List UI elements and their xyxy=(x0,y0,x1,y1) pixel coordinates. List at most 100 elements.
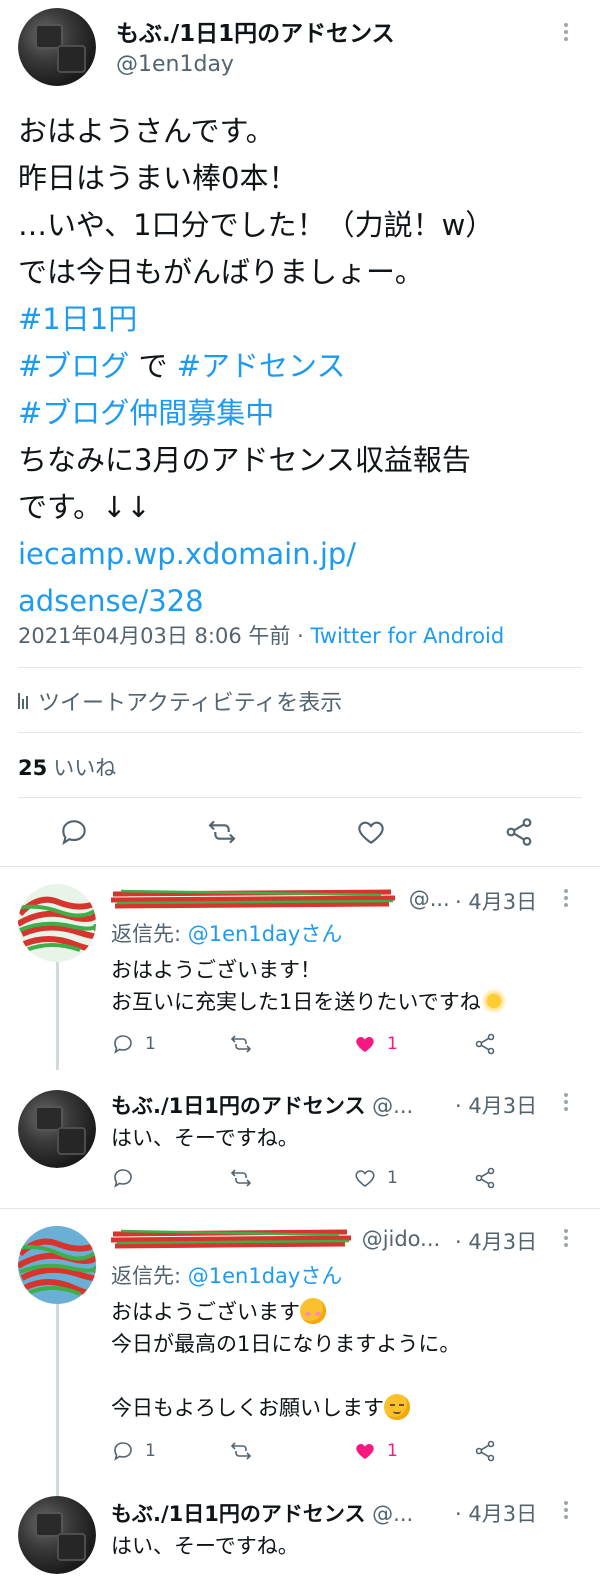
reply-date[interactable]: · 4月3日 xyxy=(455,1226,537,1256)
like-count: 1 xyxy=(387,1441,398,1461)
redacted-name xyxy=(110,886,396,912)
share-icon[interactable] xyxy=(503,816,535,848)
likes-count-link[interactable]: 25 いいね xyxy=(18,752,116,782)
like-button[interactable]: 1 xyxy=(353,1029,398,1059)
reply-line: はい、そーですね。 xyxy=(111,1534,299,1558)
reply-date[interactable]: · 4月3日 xyxy=(455,1498,537,1528)
mention-link[interactable]: @1en1dayさん xyxy=(188,1264,343,1288)
reply-handle[interactable]: @... xyxy=(372,1094,413,1118)
share-button[interactable] xyxy=(473,1163,507,1193)
reply-header: @jido... xyxy=(110,1226,441,1252)
tweet-line: では今日もがんばりましょー。 xyxy=(18,255,424,289)
reply-line xyxy=(111,1360,460,1392)
share-button[interactable] xyxy=(473,1436,507,1466)
tweet-line: 昨日はうまい棒0本！ xyxy=(18,161,298,195)
reply-icon[interactable] xyxy=(58,816,90,848)
reply-handle[interactable]: @... xyxy=(372,1502,413,1526)
tweet-line: ちなみに3月のアドセンス収益報告 xyxy=(18,443,471,477)
relieved-emoji xyxy=(384,1394,410,1420)
main-tweet-text: おはようさんです。 昨日はうまい棒0本！ …いや、1口分でした！（力説！w） で… xyxy=(18,108,588,625)
hashtag-link[interactable]: #アドセンス xyxy=(177,349,346,383)
redacted-name xyxy=(110,1226,352,1252)
reply-icon xyxy=(114,1442,132,1461)
reply-tweet[interactable]: もぶ./1日1円のアドセンス @... · 4月3日 はい、そーですね。 1 xyxy=(0,1070,600,1208)
like-icon xyxy=(356,1037,374,1052)
avatar[interactable] xyxy=(18,1090,96,1168)
hashtag-link[interactable]: #ブログ xyxy=(18,349,129,383)
reply-display-name[interactable]: もぶ./1日1円のアドセンス xyxy=(111,1094,365,1118)
tweet-source-link[interactable]: Twitter for Android xyxy=(310,624,504,648)
reply-count: 1 xyxy=(145,1034,156,1054)
retweet-button[interactable] xyxy=(229,1029,263,1059)
more-vertical-icon[interactable] xyxy=(560,886,572,910)
reply-button[interactable]: 1 xyxy=(111,1029,156,1059)
like-button[interactable]: 1 xyxy=(353,1436,398,1466)
reply-line: 今日もよろしくお願いします xyxy=(111,1396,384,1420)
like-button[interactable]: 1 xyxy=(353,1163,398,1193)
reply-text: はい、そーですね。 xyxy=(111,1530,299,1562)
hashtag-link[interactable]: #1日1円 xyxy=(18,302,137,336)
reply-to-prefix: 返信先: xyxy=(111,922,188,946)
blush-emoji xyxy=(300,1298,326,1324)
main-action-bar xyxy=(0,810,600,856)
avatar[interactable] xyxy=(18,1226,96,1304)
tweet-timestamp[interactable]: 2021年04月03日 8:06 午前 · xyxy=(18,624,310,648)
thread-line xyxy=(56,1304,59,1504)
more-vertical-icon[interactable] xyxy=(560,1226,572,1250)
reply-icon xyxy=(114,1035,132,1054)
reply-button[interactable]: 1 xyxy=(111,1436,156,1466)
avatar[interactable] xyxy=(18,884,96,962)
reply-line: おはようございます！ xyxy=(111,958,321,982)
reply-line: お互いに充実した1日を送りたいですね xyxy=(111,990,481,1014)
hashtag-link[interactable]: #ブログ仲間募集中 xyxy=(18,396,274,430)
like-icon xyxy=(356,1444,374,1459)
connector-text: で xyxy=(129,349,177,383)
reply-tweet[interactable]: もぶ./1日1円のアドセンス @... · 4月3日 はい、そーですね。 xyxy=(0,1488,600,1580)
divider xyxy=(18,667,582,668)
reply-line: はい、そーですね。 xyxy=(111,1126,299,1150)
share-icon xyxy=(475,1440,495,1462)
url-link[interactable]: adsense/328 xyxy=(18,578,588,625)
tweet-activity-link[interactable]: ツイートアクティビティを表示 xyxy=(18,685,342,717)
tweet-line: おはようさんです。 xyxy=(18,114,275,148)
reply-icon xyxy=(114,1169,132,1188)
like-label: いいね xyxy=(53,756,117,780)
like-icon[interactable] xyxy=(355,816,387,848)
reply-date[interactable]: · 4月3日 xyxy=(455,886,537,916)
more-vertical-icon[interactable] xyxy=(560,1090,572,1114)
reply-display-name[interactable]: もぶ./1日1円のアドセンス xyxy=(111,1502,365,1526)
activity-label: ツイートアクティビティを表示 xyxy=(38,691,343,716)
reply-button[interactable] xyxy=(111,1163,145,1193)
reply-handle[interactable]: @jido... xyxy=(362,1227,441,1251)
url-link[interactable]: iecamp.wp.xdomain.jp/ xyxy=(18,531,588,578)
retweet-button[interactable] xyxy=(229,1163,263,1193)
tweet-line: …いや、1口分でした！（力説！w） xyxy=(18,208,495,242)
like-icon xyxy=(355,1170,375,1187)
reply-tweet[interactable]: @jido... · 4月3日 返信先: @1en1dayさん おはようございま… xyxy=(0,1208,600,1504)
reply-actions: 1 1 xyxy=(111,1029,511,1059)
main-tweet-display-name[interactable]: もぶ./1日1円のアドセンス xyxy=(116,14,395,48)
divider xyxy=(18,732,582,733)
share-button[interactable] xyxy=(473,1029,507,1059)
share-icon xyxy=(475,1033,495,1055)
thread-line xyxy=(56,962,59,1070)
more-vertical-icon[interactable] xyxy=(560,20,572,44)
reply-line: おはようございます xyxy=(111,1300,300,1324)
like-count: 1 xyxy=(387,1168,398,1188)
mention-link[interactable]: @1en1dayさん xyxy=(188,922,343,946)
more-vertical-icon[interactable] xyxy=(560,1498,572,1522)
reply-handle[interactable]: @... xyxy=(409,887,450,911)
reply-text: 返信先: @1en1dayさん おはようございます 今日が最高の1日になりますよ… xyxy=(111,1260,460,1424)
reply-tweet[interactable]: @... · 4月3日 返信先: @1en1dayさん おはようございます！ お… xyxy=(0,866,600,1070)
main-tweet-handle[interactable]: @1en1day xyxy=(116,52,234,77)
share-icon xyxy=(475,1167,495,1189)
avatar[interactable] xyxy=(18,1496,96,1574)
reply-date[interactable]: · 4月3日 xyxy=(455,1090,537,1120)
tweet-line: です。↓↓ xyxy=(18,490,151,524)
retweet-button[interactable] xyxy=(229,1436,263,1466)
retweet-icon xyxy=(230,1169,252,1187)
reply-actions: 1 xyxy=(111,1163,511,1193)
analytics-icon xyxy=(18,693,28,709)
retweet-icon[interactable] xyxy=(206,816,238,848)
main-tweet-avatar[interactable] xyxy=(18,8,96,86)
